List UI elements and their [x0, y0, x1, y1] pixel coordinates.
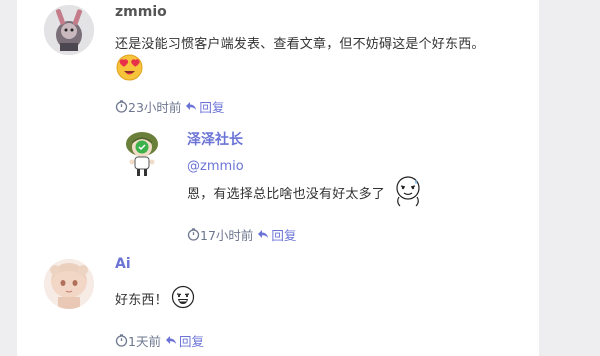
comment-time: 1天前 — [128, 333, 161, 349]
comment-text: 恩，有选择总比啥也没有好太多了 — [187, 187, 386, 202]
comment-username[interactable]: Ai — [115, 256, 131, 272]
comments-panel — [17, 0, 539, 356]
comment-meta: 17小时前 回复 — [187, 225, 296, 243]
comment-meta: 1天前 回复 — [115, 331, 204, 349]
sweating-face-emoji-icon — [394, 175, 422, 207]
reply-arrow-icon — [185, 100, 199, 112]
avatar[interactable] — [44, 5, 94, 55]
clock-icon — [115, 333, 128, 347]
reply-button[interactable]: 回复 — [257, 225, 296, 244]
comment-meta: 23小时前 回复 — [115, 97, 224, 115]
avatar[interactable] — [118, 130, 166, 178]
clock-icon — [187, 227, 200, 241]
comment-text: 还是没能习惯客户端发表、查看文章，但不妨碍这是个好东西。 — [115, 37, 485, 52]
clock-icon — [115, 99, 128, 113]
grinning-face-emoji-icon — [171, 285, 195, 309]
reply-arrow-icon — [165, 334, 179, 346]
reply-button[interactable]: 回复 — [165, 331, 204, 350]
heart-eyes-emoji-icon — [116, 54, 143, 81]
reply-arrow-icon — [257, 228, 271, 240]
comment-username[interactable]: 泽泽社长 — [187, 129, 243, 149]
reply-label: 回复 — [271, 227, 297, 243]
comment-text: 好东西！ — [115, 293, 168, 308]
reply-button[interactable]: 回复 — [185, 97, 224, 116]
comment-time: 17小时前 — [200, 227, 254, 243]
comment-username[interactable]: zmmio — [115, 4, 167, 20]
comment-time: 23小时前 — [128, 99, 182, 115]
reply-label: 回复 — [178, 333, 204, 349]
mention-link[interactable]: @zmmio — [187, 159, 244, 174]
reply-label: 回复 — [199, 99, 225, 115]
avatar[interactable] — [44, 259, 94, 309]
